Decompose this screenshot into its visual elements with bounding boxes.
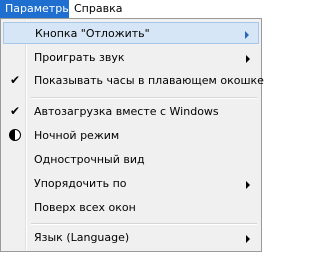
menu-item-always-on-top[interactable]: Поверх всех окон <box>3 197 259 219</box>
menu-item-label: Упорядочить по <box>34 177 127 190</box>
menu-item-snooze-button[interactable]: Кнопка "Отложить" <box>3 22 259 44</box>
submenu-arrow-icon <box>246 235 250 243</box>
menu-item-label: Поверх всех окон <box>34 201 136 214</box>
parameters-dropdown-menu: Кнопка "Отложить" Проиграть звук ✔ Показ… <box>0 18 264 252</box>
menu-item-label: Автозагрузка вместе с Windows <box>34 105 219 118</box>
menu-item-autostart[interactable]: ✔ Автозагрузка вместе с Windows <box>3 101 259 123</box>
menu-item-label: Язык (Language) <box>34 231 130 244</box>
menu-item-label: Кнопка "Отложить" <box>35 27 150 40</box>
half-circle-icon <box>7 125 23 146</box>
menu-item-label: Проиграть звук <box>34 51 125 64</box>
submenu-arrow-icon <box>246 55 250 63</box>
menu-item-label: Однострочный вид <box>34 153 145 166</box>
menu-item-show-clock[interactable]: ✔ Показывать часы в плавающем окошке <box>3 70 264 92</box>
submenu-arrow-icon <box>246 181 250 189</box>
menu-item-language[interactable]: Язык (Language) <box>3 227 259 249</box>
menu-parameters[interactable]: Параметры <box>0 0 71 18</box>
menu-item-label: Ночной режим <box>34 129 120 142</box>
check-icon: ✔ <box>9 104 21 118</box>
check-icon: ✔ <box>9 73 21 87</box>
menu-item-sort-by[interactable]: Упорядочить по <box>3 173 259 195</box>
menu-help[interactable]: Справка <box>69 0 127 18</box>
submenu-arrow-icon <box>245 31 249 39</box>
menu-item-label: Показывать часы в плавающем окошке <box>34 74 264 87</box>
menu-item-play-sound[interactable]: Проиграть звук <box>3 47 259 69</box>
menu-item-single-line-view[interactable]: Однострочный вид <box>3 149 259 171</box>
menu-separator <box>31 223 257 225</box>
menu-item-night-mode[interactable]: Ночной режим <box>3 125 259 147</box>
menubar: Параметры Справка <box>0 0 263 18</box>
menu-separator <box>31 97 257 99</box>
